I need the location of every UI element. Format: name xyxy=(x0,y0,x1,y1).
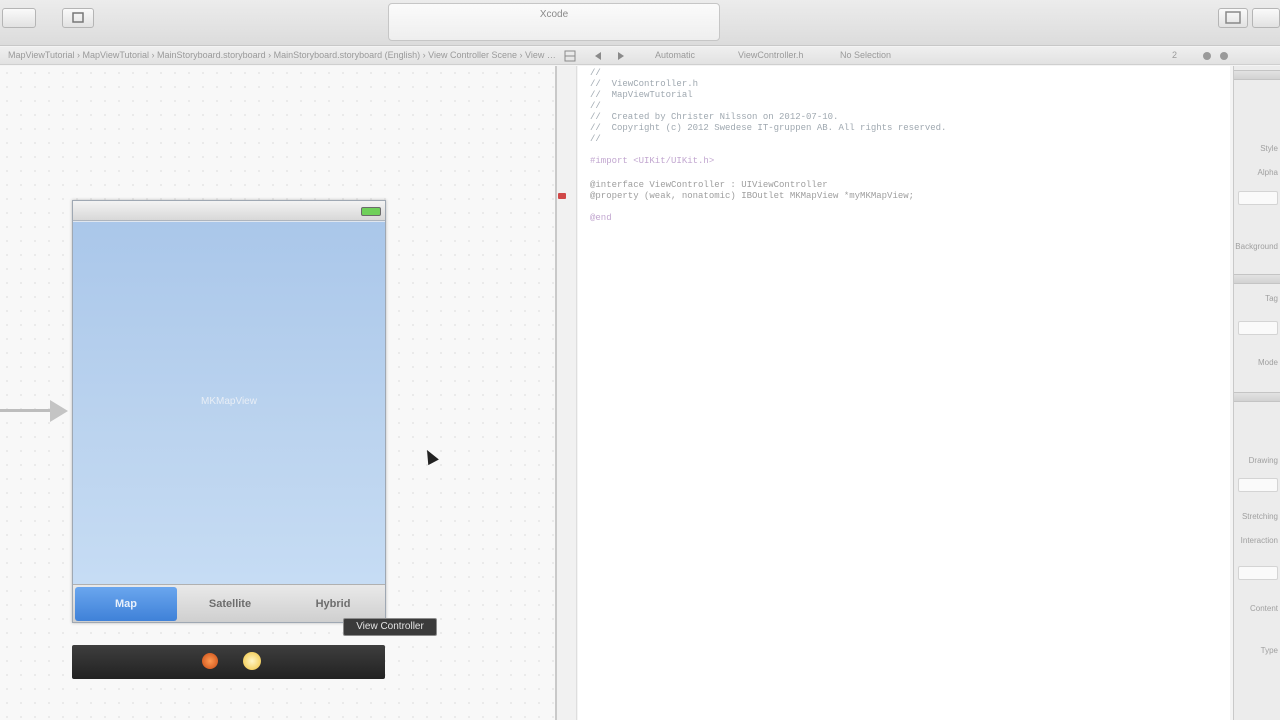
jump-bar: MapViewTutorial › MapViewTutorial › Main… xyxy=(0,47,1280,65)
code-line: @end xyxy=(590,213,612,223)
segment-satellite[interactable]: Satellite xyxy=(179,587,281,621)
editor-gutter[interactable] xyxy=(557,66,577,720)
code-line: @property (weak, nonatomic) IBOutlet MKM… xyxy=(590,191,915,201)
first-responder-icon[interactable] xyxy=(202,653,218,669)
code-line: // MapViewTutorial xyxy=(590,90,693,100)
assistant-file[interactable]: ViewController.h xyxy=(738,50,803,60)
code-line: // xyxy=(590,68,601,78)
code-line: // xyxy=(590,134,601,144)
simulated-status-bar xyxy=(73,201,385,221)
add-assistant-icon[interactable] xyxy=(1202,51,1212,61)
inspector-label: Stretching xyxy=(1241,512,1278,521)
view-controller-scene[interactable]: MKMapView Map Satellite Hybrid xyxy=(72,200,386,623)
view-controller-icon[interactable] xyxy=(243,652,261,670)
code-editor[interactable]: // // ViewController.h // MapViewTutoria… xyxy=(578,66,1230,720)
inspector-label: Drawing xyxy=(1248,456,1278,465)
code-line: #import <UIKit/UIKit.h> xyxy=(590,156,715,166)
counterpart-counter: 2 xyxy=(1172,50,1178,60)
scene-dock xyxy=(72,645,385,679)
scheme-button[interactable] xyxy=(62,8,94,28)
inspector-label: Style xyxy=(1260,144,1278,153)
code-line: @interface ViewController : UIViewContro… xyxy=(590,180,828,190)
window-toolbar: Xcode xyxy=(0,0,1280,46)
utilities-panel: Style Alpha Background Tag Mode Drawing … xyxy=(1233,66,1280,720)
code-line: // Created by Christer Nilsson on 2012-0… xyxy=(590,112,839,122)
inspector-label: Type xyxy=(1260,646,1278,655)
inspector-section-header[interactable] xyxy=(1234,274,1280,284)
activity-viewer: Xcode xyxy=(388,3,720,41)
assistant-selection[interactable]: No Selection xyxy=(840,50,891,60)
inspector-field[interactable] xyxy=(1238,478,1278,492)
inspector-label: Background xyxy=(1235,242,1278,251)
inspector-field[interactable] xyxy=(1238,566,1278,580)
run-button[interactable] xyxy=(2,8,36,28)
related-items-icon[interactable] xyxy=(563,49,577,63)
standard-editor-icon xyxy=(1225,11,1241,24)
inspector-section-header[interactable] xyxy=(1234,70,1280,80)
back-arrow-icon[interactable] xyxy=(593,51,603,61)
inspector-field[interactable] xyxy=(1238,321,1278,335)
map-view[interactable]: MKMapView xyxy=(73,222,385,584)
outlet-connection-icon[interactable] xyxy=(558,193,566,199)
forward-arrow-icon[interactable] xyxy=(616,51,626,61)
editor-mode-button[interactable] xyxy=(1218,8,1248,28)
segment-hybrid[interactable]: Hybrid xyxy=(283,587,383,621)
assistant-mode[interactable]: Automatic xyxy=(655,50,695,60)
inspector-label: Tag xyxy=(1265,294,1278,303)
scene-tooltip: View Controller xyxy=(343,618,437,636)
code-line: // ViewController.h xyxy=(590,79,699,89)
stop-icon xyxy=(72,12,84,23)
breadcrumb[interactable]: MapViewTutorial › MapViewTutorial › Main… xyxy=(8,50,558,60)
segment-map[interactable]: Map xyxy=(75,587,177,621)
inspector-label: Content xyxy=(1249,604,1278,613)
map-type-segmented-control: Map Satellite Hybrid xyxy=(73,584,385,622)
view-toggle-button[interactable] xyxy=(1252,8,1280,28)
inspector-section-header[interactable] xyxy=(1234,392,1280,402)
initial-scene-arrow-head xyxy=(50,400,68,422)
map-view-label: MKMapView xyxy=(201,396,257,407)
close-assistant-icon[interactable] xyxy=(1219,51,1229,61)
code-line: // xyxy=(590,101,601,111)
initial-scene-arrow xyxy=(0,409,52,412)
battery-icon xyxy=(361,207,381,216)
inspector-field[interactable] xyxy=(1238,191,1278,205)
code-line: // Copyright (c) 2012 Swedese IT-gruppen… xyxy=(590,123,947,133)
inspector-label: Mode xyxy=(1257,358,1278,367)
inspector-label: Interaction xyxy=(1240,536,1278,545)
inspector-label: Alpha xyxy=(1257,168,1278,177)
window-title: Xcode xyxy=(539,9,569,20)
